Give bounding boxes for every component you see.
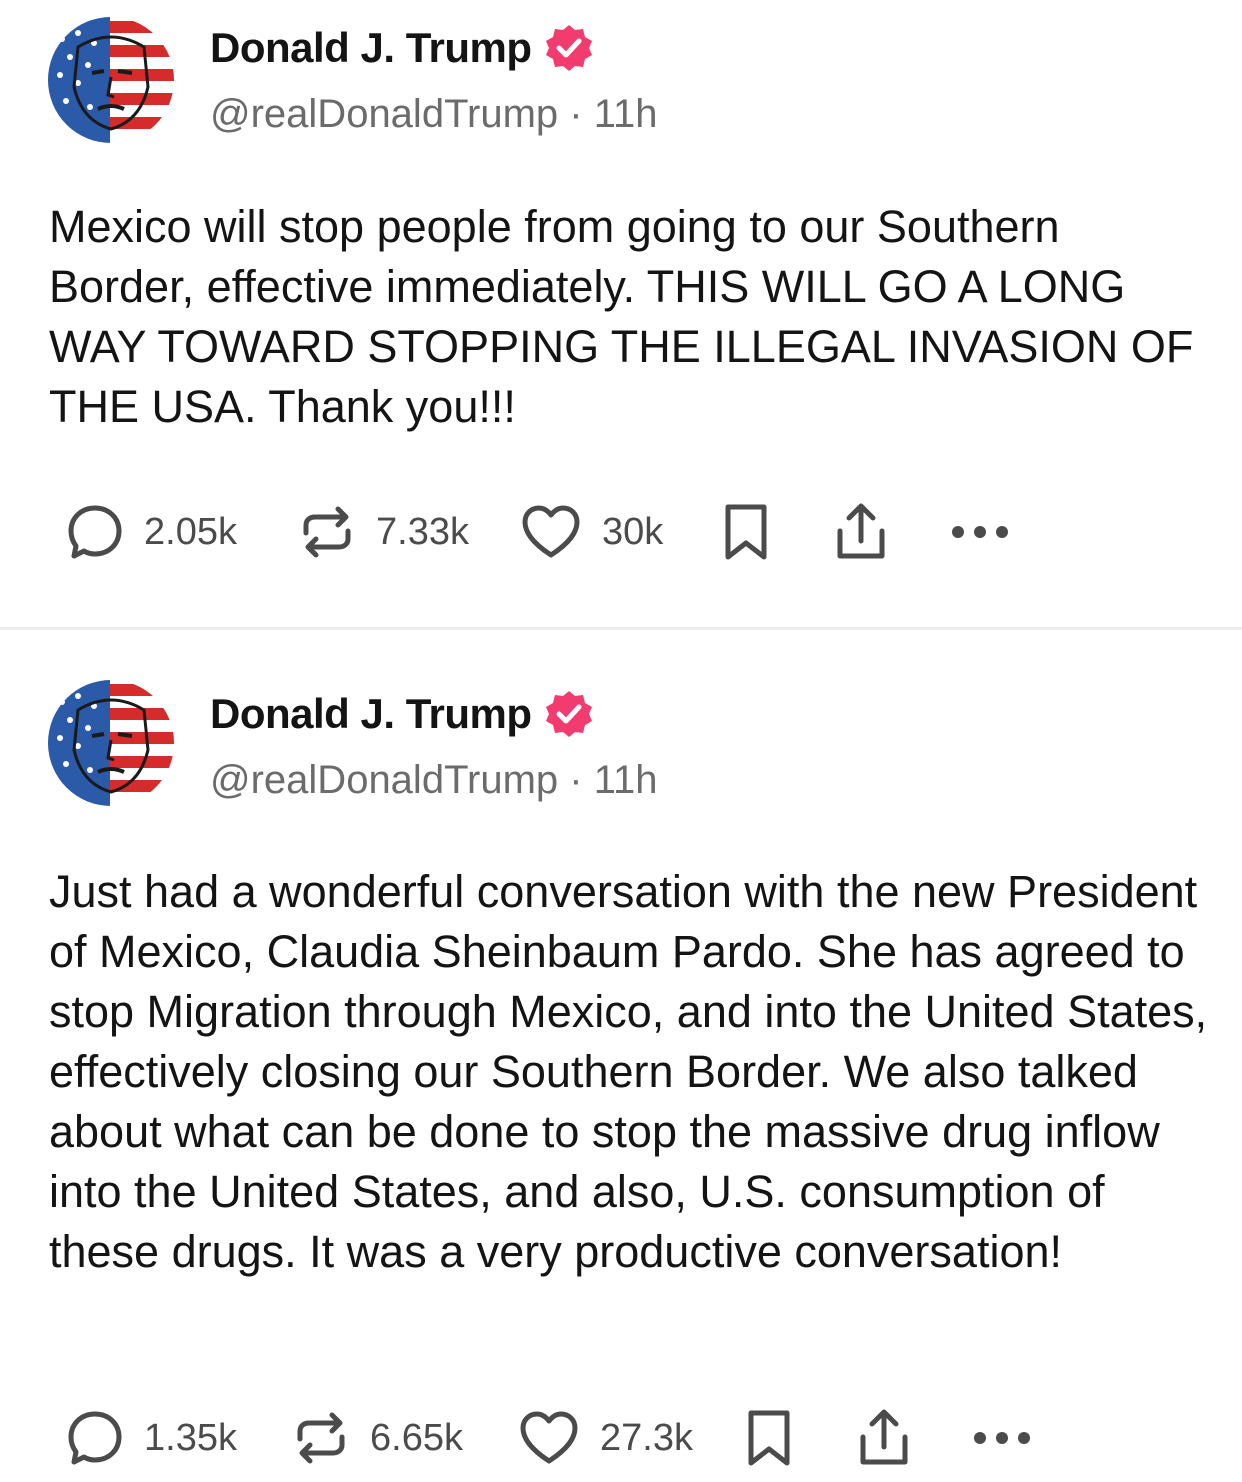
author-row: Donald J. Trump <box>210 22 594 74</box>
comment-bubble-icon <box>68 1411 122 1465</box>
comment-bubble-icon <box>68 505 122 559</box>
author-name[interactable]: Donald J. Trump <box>210 24 532 72</box>
like-count: 27.3k <box>600 1416 693 1459</box>
post[interactable]: Donald J. Trump @realDonaldTrump · 11h M… <box>0 0 1242 628</box>
post-meta: @realDonaldTrump · 11h <box>210 92 658 137</box>
like-count: 30k <box>602 510 664 553</box>
author-handle[interactable]: @realDonaldTrump <box>210 758 558 802</box>
bookmark-icon <box>725 504 767 560</box>
more-button[interactable] <box>950 497 1010 567</box>
share-icon <box>860 1409 908 1465</box>
like-button[interactable]: 30k <box>520 497 663 567</box>
repost-count: 6.65k <box>370 1416 463 1459</box>
post-text: Mexico will stop people from going to ou… <box>49 201 1194 432</box>
verified-badge-icon <box>545 691 592 737</box>
heart-icon <box>522 505 580 558</box>
repost-button[interactable]: 6.65k <box>292 1403 463 1473</box>
repost-count: 7.33k <box>376 510 469 553</box>
post-text: Just had a wonderful conversation with t… <box>49 866 1208 1277</box>
post-actions: 1.35k 6.65k 27.3k <box>0 1403 1242 1473</box>
more-dots-icon <box>952 526 1008 538</box>
repost-icon <box>297 1412 345 1464</box>
repost-button[interactable]: 7.33k <box>298 497 469 567</box>
like-button[interactable]: 27.3k <box>518 1403 693 1473</box>
post[interactable]: Donald J. Trump @realDonaldTrump · 11h J… <box>0 630 1242 1482</box>
bookmark-button[interactable] <box>745 1403 793 1473</box>
meta-separator: · <box>569 758 583 802</box>
reply-count: 1.35k <box>144 1416 237 1459</box>
bookmark-icon <box>748 1410 790 1466</box>
avatar[interactable] <box>48 680 174 806</box>
more-button[interactable] <box>972 1403 1032 1473</box>
verified-badge-icon <box>545 25 592 71</box>
more-dots-icon <box>974 1432 1030 1444</box>
author-name[interactable]: Donald J. Trump <box>210 690 532 738</box>
reply-button[interactable]: 2.05k <box>66 497 237 567</box>
meta-separator: · <box>569 92 583 136</box>
bookmark-button[interactable] <box>722 497 770 567</box>
heart-icon <box>520 1411 578 1464</box>
post-actions: 2.05k 7.33k 30k <box>0 497 1242 567</box>
share-button[interactable] <box>832 497 890 567</box>
reply-count: 2.05k <box>144 510 237 553</box>
reply-button[interactable]: 1.35k <box>66 1403 237 1473</box>
author-row: Donald J. Trump <box>210 688 594 740</box>
avatar[interactable] <box>48 17 174 143</box>
post-time[interactable]: 11h <box>594 92 658 136</box>
post-time[interactable]: 11h <box>594 758 658 802</box>
share-icon <box>837 503 885 559</box>
share-button[interactable] <box>855 1403 913 1473</box>
repost-icon <box>303 506 351 558</box>
post-meta: @realDonaldTrump · 11h <box>210 758 658 803</box>
author-handle[interactable]: @realDonaldTrump <box>210 92 558 136</box>
